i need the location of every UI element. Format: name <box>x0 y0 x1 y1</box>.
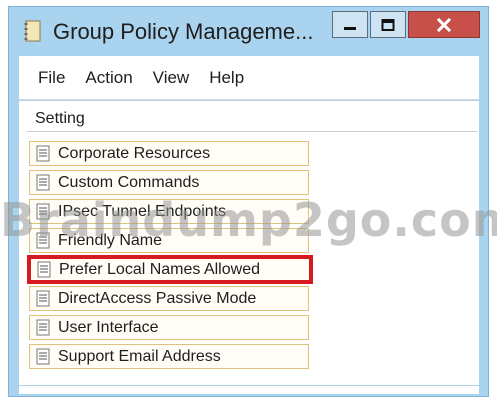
maximize-icon <box>381 18 395 31</box>
list-item[interactable]: User Interface <box>29 315 309 340</box>
settings-pane: Setting Corporate Resources Custom Comma… <box>19 101 479 385</box>
policy-setting-icon <box>36 290 50 307</box>
list-item-label: IPsec Tunnel Endpoints <box>58 202 227 220</box>
policy-setting-icon <box>36 319 50 336</box>
minimize-button[interactable] <box>332 11 368 38</box>
list-item-label: Prefer Local Names Allowed <box>59 260 260 278</box>
list-item-highlighted[interactable]: Prefer Local Names Allowed <box>27 255 313 284</box>
menu-help[interactable]: Help <box>209 68 244 88</box>
notebook-icon <box>24 20 41 42</box>
policy-setting-icon <box>36 174 50 191</box>
list-item[interactable]: Support Email Address <box>29 344 309 369</box>
list-item-label: DirectAccess Passive Mode <box>58 289 257 307</box>
title-bar[interactable]: Group Policy Manageme... <box>9 7 488 55</box>
menu-bar: File Action View Help <box>19 56 479 100</box>
list-item-label: Custom Commands <box>58 173 200 191</box>
menu-view[interactable]: View <box>153 68 190 88</box>
policy-setting-icon <box>36 203 50 220</box>
list-item[interactable]: Friendly Name <box>29 228 309 253</box>
minimize-icon <box>344 26 356 30</box>
maximize-button[interactable] <box>370 11 406 38</box>
window-title: Group Policy Manageme... <box>53 19 314 44</box>
status-bar <box>19 386 479 394</box>
column-header-setting[interactable]: Setting <box>27 107 477 132</box>
list-item-label: Corporate Resources <box>58 144 211 162</box>
list-item[interactable]: Corporate Resources <box>29 141 309 166</box>
list-item-label: Friendly Name <box>58 231 163 249</box>
close-icon <box>436 17 452 32</box>
menu-file[interactable]: File <box>38 68 65 88</box>
list-item-label: Support Email Address <box>58 347 221 365</box>
policy-setting-icon <box>36 232 50 249</box>
menu-action[interactable]: Action <box>85 68 132 88</box>
policy-setting-icon <box>36 145 50 162</box>
policy-setting-icon <box>36 348 50 365</box>
list-item[interactable]: IPsec Tunnel Endpoints <box>29 199 309 224</box>
policy-setting-icon <box>37 261 51 278</box>
group-policy-window: Group Policy Manageme... File Action Vie… <box>8 6 489 397</box>
settings-list: Corporate Resources Custom Commands IPse… <box>27 141 313 373</box>
close-button[interactable] <box>408 11 480 38</box>
list-item[interactable]: DirectAccess Passive Mode <box>29 286 309 311</box>
list-item[interactable]: Custom Commands <box>29 170 309 195</box>
list-item-label: User Interface <box>58 318 159 336</box>
